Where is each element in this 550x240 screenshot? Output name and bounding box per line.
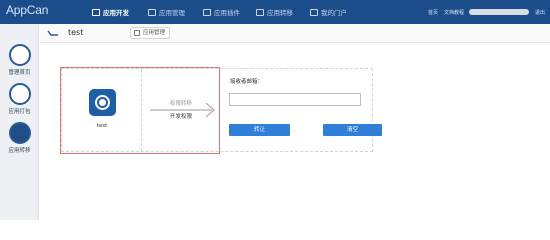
- email-label: 接收者邮箱：: [230, 79, 264, 85]
- app-manage-icon: [148, 8, 156, 16]
- sidebar-item-label: 应用转移: [8, 148, 31, 154]
- back-arrow-icon[interactable]: [47, 30, 59, 37]
- user-account-pill[interactable]: [469, 9, 529, 15]
- app-dev-icon: [92, 8, 100, 16]
- breadcrumb-app-name: test: [68, 28, 84, 37]
- nav-transfer[interactable]: 应用转移: [256, 0, 293, 24]
- portal-icon: [310, 8, 318, 16]
- appcan-logo[interactable]: AppCan: [6, 3, 48, 17]
- breadcrumb-app-manage-tab[interactable]: 应用管理: [130, 27, 171, 39]
- sidebar-item-transfer[interactable]: 应用转移: [0, 122, 39, 162]
- breadcrumb: test 应用管理: [40, 24, 550, 43]
- dashboard-icon: [9, 44, 31, 66]
- nav-portal[interactable]: 我的门户: [310, 0, 347, 24]
- nav-app-manage[interactable]: 应用管理: [148, 0, 185, 24]
- sidebar: 管理首页 应用打包 应用转移: [0, 24, 39, 220]
- app-card: test: [62, 69, 142, 151]
- arrow-bottom-label: 开发权限: [169, 114, 192, 120]
- app-icon-dot: [99, 99, 106, 106]
- arrow-top-label: 权限转移: [169, 101, 192, 107]
- confirm-transfer-button[interactable]: 转让: [229, 124, 290, 136]
- sidebar-item-label: 应用打包: [8, 109, 31, 115]
- top-navigation-bar: AppCan 应用开发 应用管理 应用插件 应用转移 我的门户 首页 文档教程 …: [0, 0, 550, 24]
- nav-plugins[interactable]: 应用插件: [203, 0, 240, 24]
- docs-link[interactable]: 文档教程: [444, 9, 464, 16]
- clear-button[interactable]: 清空: [323, 124, 382, 136]
- nav-app-dev[interactable]: 应用开发: [92, 0, 129, 24]
- breadcrumb-tag-label: 应用管理: [143, 30, 166, 36]
- sidebar-item-package[interactable]: 应用打包: [0, 83, 39, 123]
- home-link[interactable]: 首页: [428, 9, 438, 16]
- sidebar-item-dashboard[interactable]: 管理首页: [0, 44, 39, 84]
- app-name: test: [96, 123, 108, 129]
- nav-plugins-label: 应用插件: [214, 9, 240, 17]
- app-manage-icon: [134, 30, 140, 36]
- transfer-form: 接收者邮箱： 转让 清空: [226, 75, 382, 145]
- transfer-icon: [9, 122, 31, 144]
- nav-app-manage-label: 应用管理: [159, 9, 185, 17]
- recipient-email-input[interactable]: [229, 93, 361, 106]
- logout-link[interactable]: 退出: [535, 9, 545, 16]
- plugin-icon: [203, 8, 211, 16]
- nav-portal-label: 我的门户: [321, 9, 347, 17]
- transfer-icon: [256, 8, 264, 16]
- package-icon: [9, 83, 31, 105]
- sidebar-item-label: 管理首页: [8, 70, 31, 76]
- app-icon: [89, 89, 116, 116]
- nav-app-dev-label: 应用开发: [103, 9, 129, 17]
- transfer-arrow: 权限转移 开发权限: [148, 95, 218, 125]
- nav-transfer-label: 应用转移: [267, 9, 293, 17]
